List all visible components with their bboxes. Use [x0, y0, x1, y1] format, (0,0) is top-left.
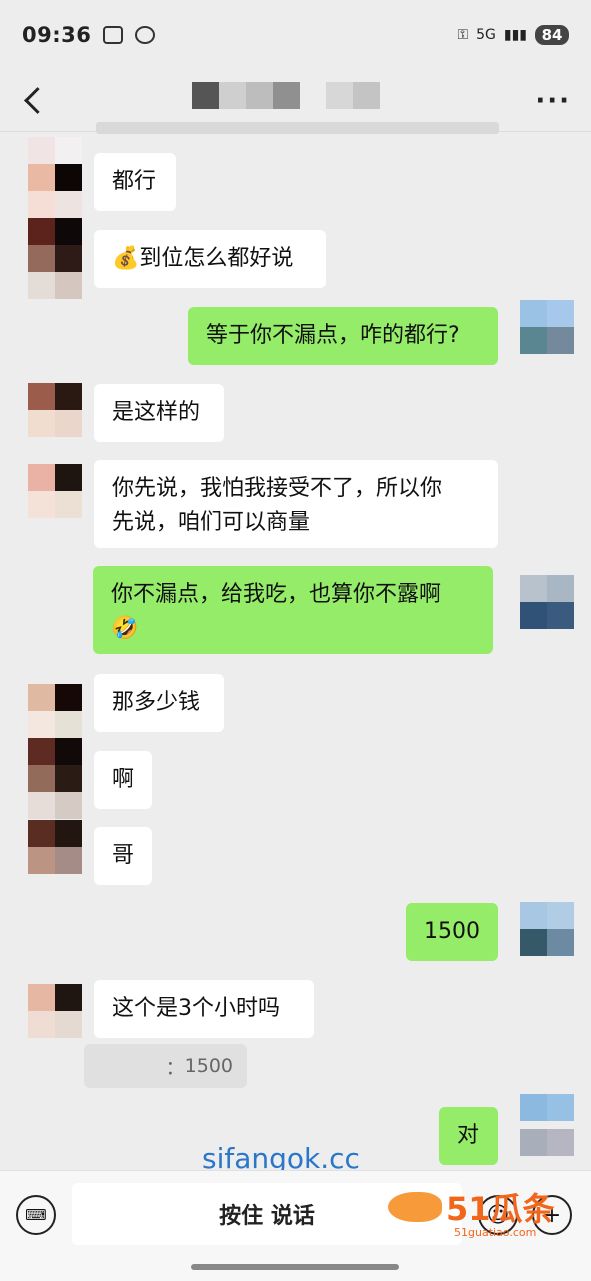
avatar[interactable]	[28, 383, 82, 437]
signal-icon: ▮▮▮	[503, 27, 527, 43]
avatar[interactable]	[520, 902, 574, 956]
message-bubble[interactable]: 1500	[406, 903, 498, 961]
avatar[interactable]	[28, 137, 82, 218]
logo-text: 51瓜条	[446, 1190, 555, 1228]
logo-subtext: 51guatiao.com	[454, 1226, 537, 1239]
status-bar: 09:36 ⚿ 5G ▮▮▮ 84	[0, 0, 591, 70]
more-icon[interactable]: ···	[535, 86, 571, 116]
avatar[interactable]	[520, 1094, 574, 1164]
quoted-message[interactable]: ： 1500	[84, 1044, 247, 1088]
message-bubble[interactable]: 对	[439, 1107, 498, 1165]
screenshot-icon	[103, 26, 124, 44]
message-bubble[interactable]: 这个是3个小时吗	[94, 980, 314, 1038]
avatar[interactable]	[520, 575, 574, 629]
message-bubble[interactable]: 是这样的	[94, 384, 224, 442]
message-bubble[interactable]: 💰到位怎么都好说	[94, 230, 326, 288]
notification-icon	[135, 26, 156, 44]
previous-message-edge	[96, 122, 499, 134]
watermark-logo: 51瓜条	[388, 1184, 555, 1230]
avatar[interactable]	[28, 218, 82, 299]
chat-title-redacted	[192, 82, 380, 109]
message-bubble[interactable]: 啊	[94, 751, 152, 809]
avatar[interactable]	[28, 820, 82, 874]
message-bubble[interactable]: 哥	[94, 827, 152, 885]
quote-separator: ：	[165, 1056, 185, 1079]
network-label: 5G	[476, 27, 496, 43]
avatar[interactable]	[28, 984, 82, 1038]
status-time: 09:36	[22, 23, 92, 47]
message-bubble[interactable]: 你不漏点，给我吃，也算你不露啊 🤣	[93, 566, 493, 654]
key-icon: ⚿	[457, 27, 469, 43]
avatar[interactable]	[520, 300, 574, 354]
keyboard-icon[interactable]: ⌨	[16, 1195, 56, 1235]
battery-badge: 84	[535, 25, 569, 45]
message-bubble[interactable]: 你先说，我怕我接受不了，所以你 先说，咱们可以商量	[94, 460, 498, 548]
quote-text: 1500	[184, 1055, 233, 1077]
avatar[interactable]	[28, 464, 82, 518]
fish-logo-icon	[388, 1192, 442, 1222]
message-bubble[interactable]: 等于你不漏点，咋的都行?	[188, 307, 498, 365]
message-bubble[interactable]: 那多少钱	[94, 674, 224, 732]
avatar[interactable]	[28, 684, 82, 765]
home-indicator[interactable]	[191, 1264, 399, 1270]
message-bubble[interactable]: 都行	[94, 153, 176, 211]
back-icon[interactable]	[24, 87, 51, 114]
avatar[interactable]	[28, 765, 82, 819]
